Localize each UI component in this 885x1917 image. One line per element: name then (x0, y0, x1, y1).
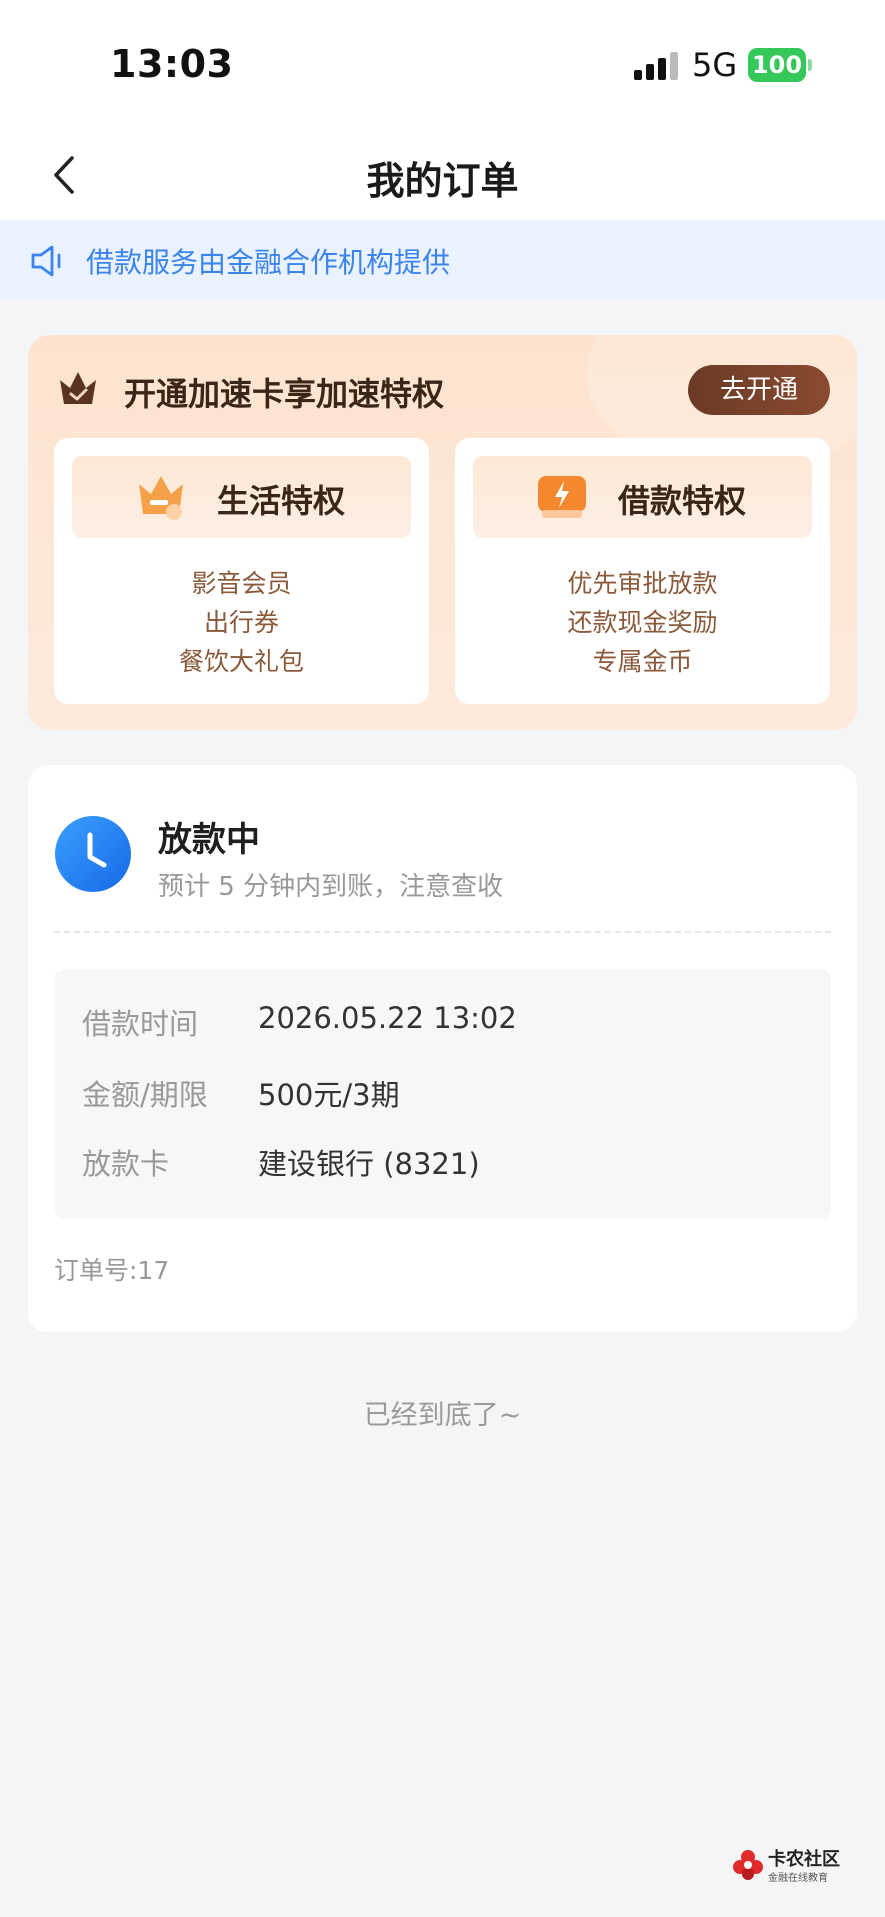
life-crown-icon (139, 476, 183, 520)
watermark-logo: 卡农社区 金融在线教育 (732, 1845, 882, 1885)
nav-bar: 我的订单 (0, 130, 885, 220)
privilege-item: 影音会员 (191, 569, 292, 598)
end-of-list-text: 已经到底了~ (363, 1400, 522, 1431)
clock-icon (55, 816, 131, 892)
order-status-hint: 预计 5 分钟内到账，注意查收 (158, 872, 504, 902)
notice-bar: 借款服务由金融合作机构提供 (0, 220, 885, 300)
status-bar: 13:03 5G 100 (0, 0, 885, 130)
crown-icon (60, 372, 96, 404)
privilege-item: 出行券 (203, 608, 279, 637)
info-label: 借款时间 (82, 1007, 199, 1041)
divider (54, 931, 831, 933)
open-vip-button[interactable]: 去开通 (688, 365, 830, 415)
notice-text: 借款服务由金融合作机构提供 (86, 246, 451, 279)
flower-logo-icon (733, 1850, 763, 1880)
signal-icon (634, 52, 678, 80)
status-time: 13:03 (110, 42, 234, 86)
speaker-icon (31, 245, 61, 277)
privilege-list: 影音会员 出行券 餐饮大礼包 (54, 564, 429, 681)
privilege-item: 还款现金奖励 (567, 608, 718, 637)
privilege-name: 生活特权 (217, 482, 346, 520)
loan-privilege-card[interactable]: 借款特权 优先审批放款 还款现金奖励 专属金币 (455, 438, 830, 704)
watermark-sub: 金融在线教育 (768, 1873, 828, 1884)
battery-tip (808, 59, 812, 71)
order-card[interactable]: 放款中 预计 5 分钟内到账，注意查收 借款时间 2026.05.22 13:0… (28, 765, 857, 1332)
privilege-list: 优先审批放款 还款现金奖励 专属金币 (455, 564, 830, 681)
vip-title: 开通加速卡享加速特权 (124, 375, 445, 413)
info-label: 金额/期限 (82, 1078, 208, 1112)
order-info-panel: 借款时间 2026.05.22 13:02 金额/期限 500元/3期 放款卡 … (54, 969, 831, 1219)
page-title: 我的订单 (366, 159, 519, 203)
life-privilege-card[interactable]: 生活特权 影音会员 出行券 餐饮大礼包 (54, 438, 429, 704)
privilege-header: 借款特权 (473, 456, 812, 538)
privilege-name: 借款特权 (618, 482, 747, 520)
watermark-name: 卡农社区 (768, 1849, 840, 1870)
info-value: 建设银行 (8321) (258, 1147, 480, 1181)
privilege-item: 优先审批放款 (567, 569, 718, 598)
lightning-ticket-icon (538, 476, 586, 518)
privilege-item: 专属金币 (592, 647, 693, 676)
info-value: 2026.05.22 13:02 (258, 1001, 517, 1035)
privilege-header: 生活特权 (72, 456, 411, 538)
info-value: 500元/3期 (258, 1078, 400, 1112)
vip-card: 开通加速卡享加速特权 去开通 生活特权 影音会员 出行券 餐饮大礼包 借款特权 (28, 335, 857, 730)
order-number: 订单号:17 (54, 1256, 170, 1285)
order-status: 放款中 (158, 820, 260, 860)
battery-icon: 100 (748, 48, 806, 82)
info-label: 放款卡 (82, 1147, 170, 1181)
privilege-item: 餐饮大礼包 (178, 647, 304, 676)
network-label: 5G (692, 46, 738, 84)
